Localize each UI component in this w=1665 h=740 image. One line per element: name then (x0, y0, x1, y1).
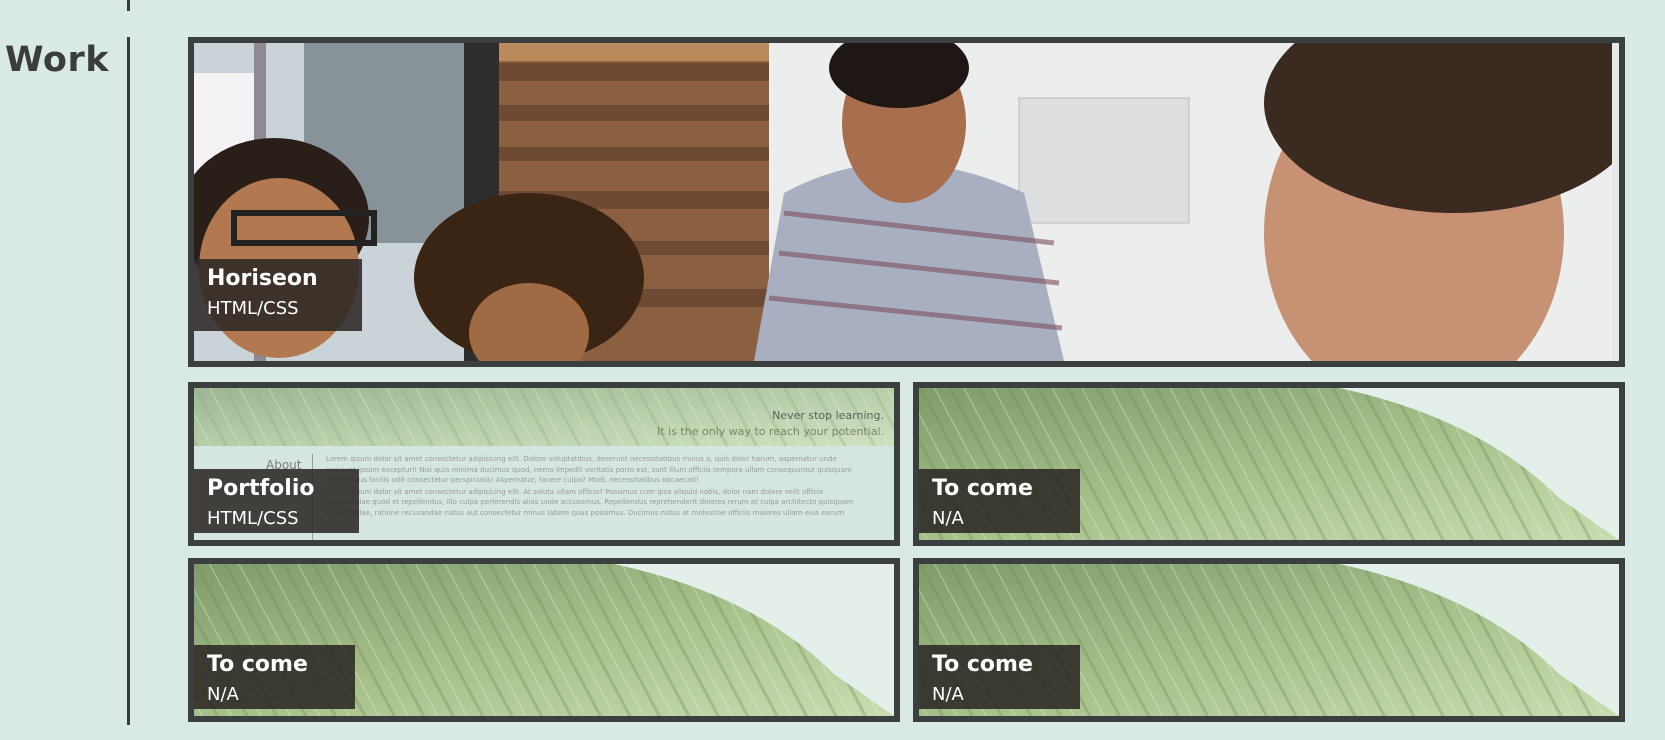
project-tech: HTML/CSS (207, 298, 299, 319)
project-card-placeholder[interactable]: To come N/A (913, 558, 1625, 722)
preview-banner-line2: It is the only way to reach your potenti… (657, 425, 884, 438)
timeline-rule-top (127, 0, 130, 11)
project-label: Horiseon HTML/CSS (194, 259, 362, 331)
project-tech: N/A (932, 508, 964, 529)
preview-paragraph: Lorem ipsum dolor sit amet consectetur a… (326, 487, 854, 528)
project-card-portfolio[interactable]: Never stop learning. It is the only way … (188, 382, 900, 546)
preview-paragraph: Lorem ipsum dolor sit amet consectetur a… (326, 455, 852, 484)
preview-banner-line1: Never stop learning. (772, 409, 884, 422)
project-title: To come (932, 652, 1033, 677)
timeline-rule (127, 37, 130, 725)
project-title: Horiseon (207, 266, 318, 291)
team-meeting-photo (194, 43, 1619, 361)
project-card-placeholder[interactable]: To come N/A (188, 558, 900, 722)
preview-text: Lorem ipsum dolor sit amet consectetur a… (326, 454, 868, 530)
project-tech: N/A (932, 684, 964, 705)
project-label: Portfolio HTML/CSS (194, 469, 359, 533)
project-tech: N/A (207, 684, 239, 705)
preview-banner: Never stop learning. It is the only way … (657, 408, 884, 440)
project-label: To come N/A (919, 645, 1080, 709)
project-title: To come (932, 476, 1033, 501)
project-label: To come N/A (194, 645, 355, 709)
project-title: To come (207, 652, 308, 677)
project-card-horiseon[interactable]: Horiseon HTML/CSS (188, 37, 1625, 367)
project-card-placeholder[interactable]: To come N/A (913, 382, 1625, 546)
section-title: Work (5, 40, 109, 80)
project-tech: HTML/CSS (207, 508, 299, 529)
project-title: Portfolio (207, 476, 315, 501)
project-label: To come N/A (919, 469, 1080, 533)
